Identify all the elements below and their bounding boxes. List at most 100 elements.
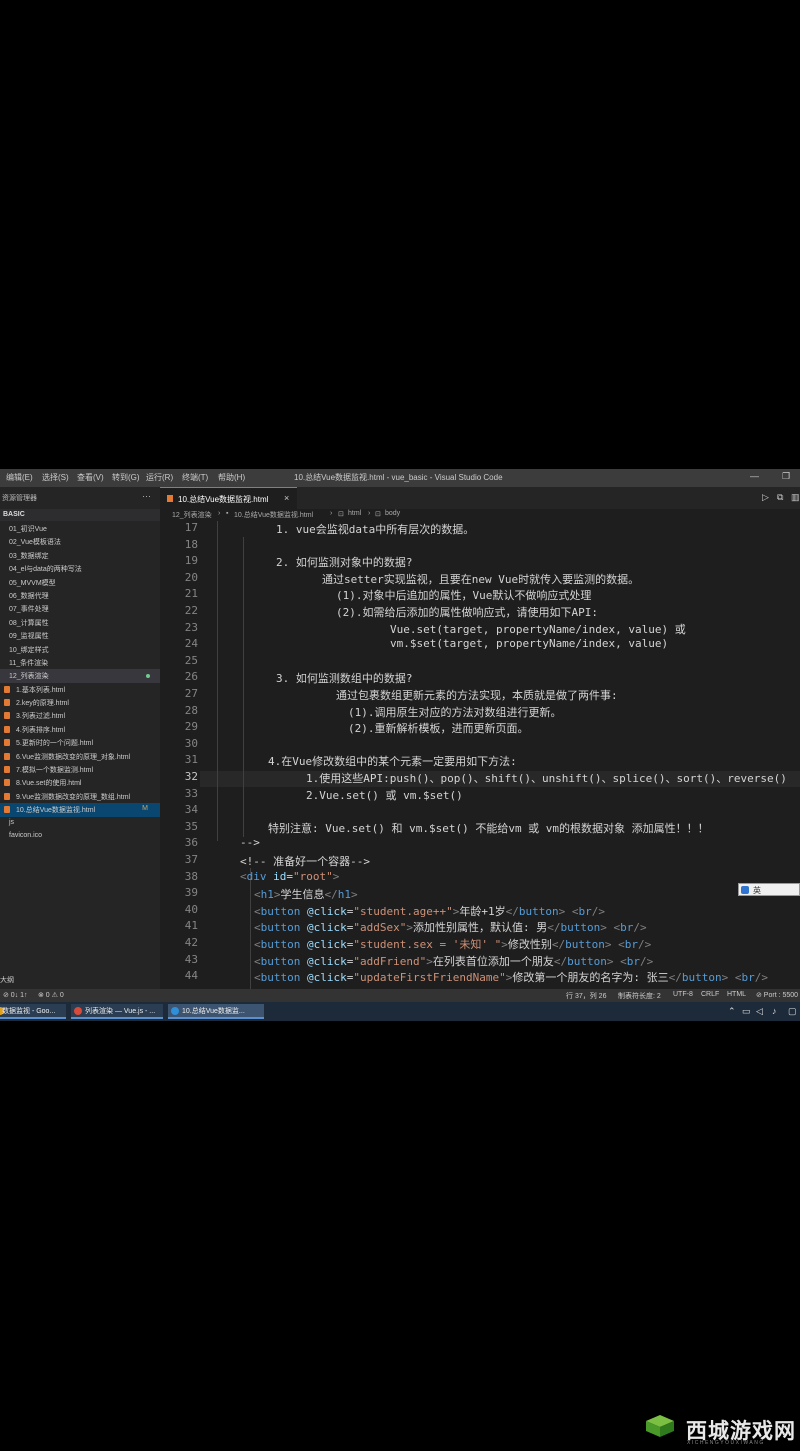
run-icon[interactable]: ▷ [762, 492, 769, 503]
tree-file[interactable]: 5.更新时的一个问题.html [0, 736, 160, 749]
tree-folder[interactable]: 04_el与data的两种写法 [0, 562, 160, 575]
notification-icon[interactable]: ▢ [788, 1006, 797, 1017]
code-line: <h1>学生信息</h1> [254, 888, 358, 902]
tab-bar: 10.总结Vue数据监视.html × ▷ ⧉ ▥ [160, 487, 800, 509]
split-editor-icon[interactable]: ▥ [791, 492, 800, 503]
code-line: <button @click="student.age++">年龄+1岁</bu… [254, 904, 605, 918]
menu-help[interactable]: 帮助(H) [218, 472, 245, 483]
breadcrumb-separator: › [368, 510, 371, 517]
project-name: BASIC [3, 511, 25, 518]
tree-folder[interactable]: 03_数据绑定 [0, 549, 160, 562]
maximize-icon[interactable]: ❐ [782, 471, 790, 482]
tree-file[interactable]: 7.模拟一个数据监测.html [0, 763, 160, 776]
tree-folder[interactable]: 11_条件渲染 [0, 656, 160, 669]
tree-folder[interactable]: 07_事件处理 [0, 602, 160, 615]
line-number: 34 [184, 803, 198, 817]
breadcrumb-file[interactable]: 10.总结Vue数据监视.html [234, 510, 313, 520]
outline-section[interactable]: 大纲 [0, 975, 14, 985]
tree-item-label: 1.基本列表.html [16, 686, 66, 694]
tree-file-active[interactable]: 10.总结Vue数据监视.html M [0, 803, 160, 817]
tree-file[interactable]: 3.列表过滤.html [0, 709, 160, 722]
tree-folder[interactable]: 02_Vue模板语法 [0, 535, 160, 548]
breadcrumb-body[interactable]: body [385, 510, 400, 517]
volume-icon[interactable]: ◁ [756, 1006, 763, 1017]
project-header[interactable]: BASIC [0, 509, 160, 521]
html-file-icon [4, 766, 10, 774]
code-line: (1).对象中后追加的属性，Vue默认不做响应式处理 [336, 589, 592, 603]
breadcrumb-html[interactable]: html [348, 510, 361, 517]
tree-folder[interactable]: js [0, 817, 160, 830]
code-line: <button @click="addFriend">在列表首位添加一个朋友</… [254, 954, 654, 968]
close-icon[interactable]: × [284, 493, 289, 503]
tree-folder-selected[interactable]: 12_列表渲染 [0, 669, 160, 683]
more-actions-icon[interactable]: ··· [142, 491, 151, 501]
code-line: 2. 如何监测对象中的数据? [276, 556, 413, 570]
code-line: 1.使用这些API:push()、pop()、shift()、unshift()… [306, 772, 787, 785]
line-number: 33 [184, 786, 198, 800]
code-line: (2).重新解析模板，进而更新页面。 [348, 722, 529, 736]
line-ending[interactable]: CRLF [701, 991, 719, 998]
code-editor[interactable]: 17 18 19 20 21 22 23 24 25 26 27 28 29 30 31 32 33 34 35 36… [160, 521, 800, 989]
language-mode[interactable]: HTML [727, 991, 746, 998]
breadcrumb-folder[interactable]: 12_列表渲染 [172, 510, 212, 520]
tree-file[interactable]: 4.列表排序.html [0, 723, 160, 736]
tree-folder[interactable]: 08_计算属性 [0, 616, 160, 629]
tree-file[interactable]: 9.Vue监测数据改变的原理_数组.html [0, 790, 160, 803]
chevron-up-icon[interactable]: ⌃ [728, 1006, 736, 1017]
tree-file[interactable]: 8.Vue.set的使用.html [0, 776, 160, 789]
tree-folder[interactable]: 09_监视属性 [0, 629, 160, 642]
watermark-subtext: XICHENGYOUXIWANG [687, 1440, 765, 1446]
tree-folder[interactable]: 05_MVVM模型 [0, 576, 160, 589]
tree-file[interactable]: 1.基本列表.html [0, 683, 160, 696]
line-number: 20 [184, 570, 198, 584]
code-line: Vue.set(target, propertyName/index, valu… [390, 622, 686, 636]
code-icon: ⊡ [338, 511, 344, 518]
taskbar-vscode[interactable]: 10.总结Vue数据监... [168, 1004, 264, 1019]
indent-guide [217, 521, 218, 841]
taskbar-chrome[interactable]: 数据监视 - Goo... [0, 1004, 66, 1019]
tree-item-label: favicon.ico [9, 831, 43, 839]
taskbar-label: 数据监视 - Goo... [2, 1008, 56, 1015]
tree-file[interactable]: 6.Vue监测数据改变的原理_对象.html [0, 750, 160, 763]
html-file-icon [4, 712, 10, 720]
tree-file[interactable]: 2.key的原理.html [0, 696, 160, 709]
menu-terminal[interactable]: 终端(T) [182, 472, 208, 483]
tree-item-label: js [9, 818, 15, 826]
tree-item-label: 8.Vue.set的使用.html [16, 780, 82, 788]
tree-item-label: 5.更新时的一个问题.html [16, 740, 94, 748]
taskbar-browser[interactable]: 列表渲染 — Vue.js - ... [71, 1004, 163, 1019]
ime-language: 英 [753, 886, 761, 895]
menu-goto[interactable]: 转到(G) [112, 472, 140, 483]
code-line: <button @click="updateFirstFriendName">修… [254, 971, 768, 985]
tree-file[interactable]: favicon.ico [0, 830, 160, 843]
code-line: 3. 如何监测数组中的数据? [276, 672, 413, 686]
problems-status[interactable]: ⊗ 0 ⚠ 0 [38, 991, 64, 999]
minimize-icon[interactable]: — [750, 471, 759, 481]
sync-status[interactable]: ⊘ 0↓ 1↑ [3, 991, 28, 999]
speaker-icon[interactable]: ♪ [772, 1006, 777, 1016]
tree-item-label: 3.列表过滤.html [16, 713, 66, 721]
tree-folder[interactable]: 06_数据代理 [0, 589, 160, 602]
tree-folder[interactable]: 10_绑定样式 [0, 643, 160, 656]
network-icon[interactable]: ▭ [742, 1006, 751, 1017]
line-number: 28 [184, 703, 198, 717]
line-number: 27 [184, 687, 198, 700]
tree-folder[interactable]: 01_初识Vue [0, 522, 160, 535]
menu-view[interactable]: 查看(V) [77, 472, 104, 483]
menu-edit[interactable]: 编辑(E) [6, 472, 33, 483]
watermark-logo-icon [646, 1415, 674, 1437]
menu-run[interactable]: 运行(R) [146, 472, 173, 483]
explorer-sidebar: 资源管理器 ··· BASIC 01_初识Vue 02_Vue模板语法 03_数… [0, 487, 160, 989]
tab-active-file[interactable]: 10.总结Vue数据监视.html × [160, 487, 297, 509]
menu-selection[interactable]: 选择(S) [42, 472, 69, 483]
html-file-icon [4, 699, 10, 707]
compare-icon[interactable]: ⧉ [777, 492, 783, 503]
indent-setting[interactable]: 制表符长度: 2 [618, 991, 661, 1001]
indent-guide [243, 537, 244, 837]
encoding[interactable]: UTF-8 [673, 991, 693, 998]
cursor-position[interactable]: 行 37，列 26 [566, 991, 606, 1001]
ime-logo-icon [741, 886, 749, 894]
ime-toolbar[interactable]: 英 [738, 883, 800, 896]
tree-item-label: 01_初识Vue [9, 526, 47, 533]
live-server-port[interactable]: ⊘ Port : 5500 [756, 991, 798, 999]
